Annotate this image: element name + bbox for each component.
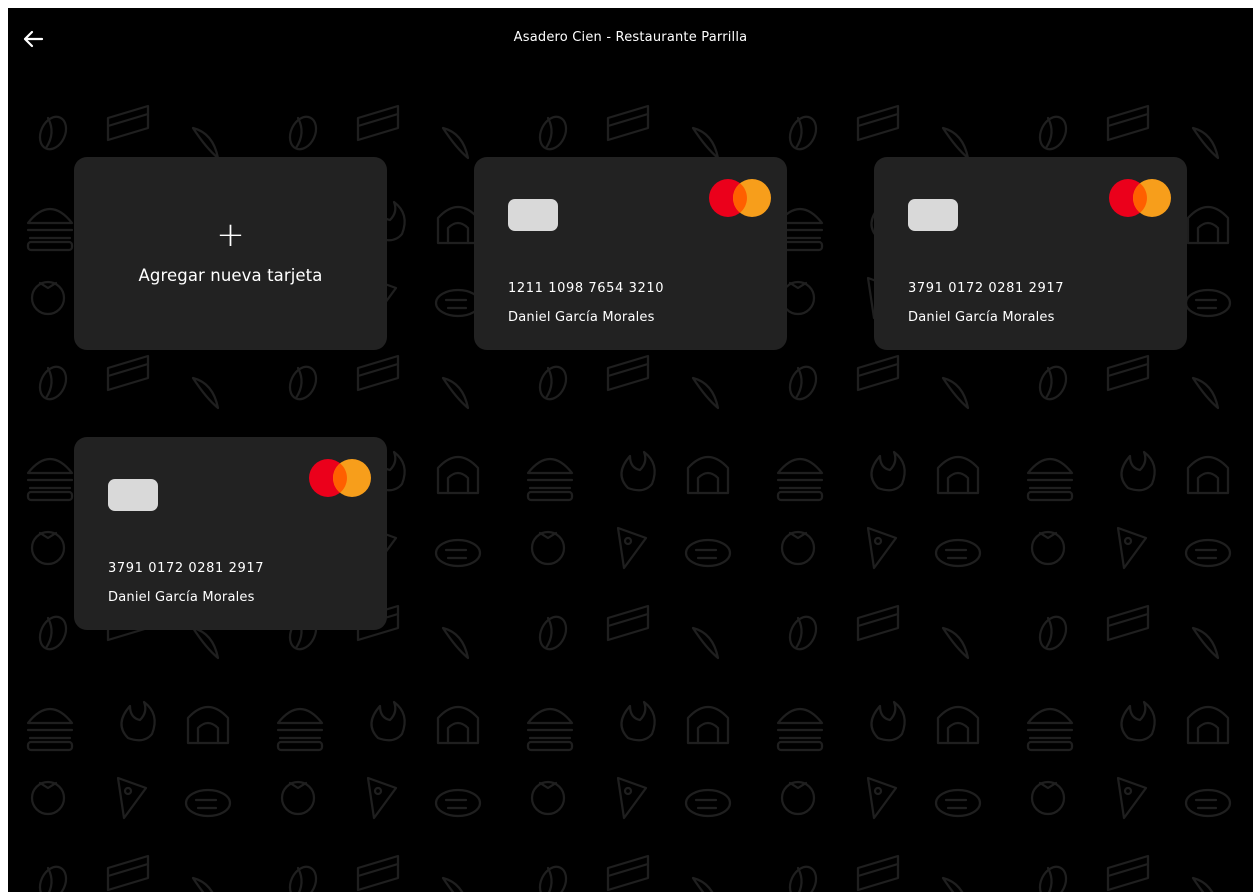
card-number: 3791 0172 0281 2917 (108, 561, 265, 576)
card-chip (508, 199, 558, 231)
card-holder-name: Daniel García Morales (108, 590, 255, 605)
app-screen: Asadero Cien - Restaurante Parrilla + Ag… (8, 8, 1253, 892)
mastercard-logo-icon (1109, 179, 1171, 217)
mastercard-logo-icon (309, 459, 371, 497)
plus-icon: + (216, 215, 245, 255)
add-card-button[interactable]: + Agregar nueva tarjeta (74, 157, 387, 350)
card-number: 1211 1098 7654 3210 (508, 281, 665, 296)
payment-card[interactable]: 3791 0172 0281 2917 Daniel García Morale… (74, 437, 387, 630)
mastercard-logo-icon (709, 179, 771, 217)
card-holder-name: Daniel García Morales (908, 310, 1055, 325)
card-holder-name: Daniel García Morales (508, 310, 655, 325)
card-chip (108, 479, 158, 511)
payment-card[interactable]: 1211 1098 7654 3210 Daniel García Morale… (474, 157, 787, 350)
add-card-label: Agregar nueva tarjeta (138, 266, 323, 285)
payment-card[interactable]: 3791 0172 0281 2917 Daniel García Morale… (874, 157, 1187, 350)
card-number: 3791 0172 0281 2917 (908, 281, 1065, 296)
cards-grid: + Agregar nueva tarjeta 1211 1098 7654 3… (8, 8, 1253, 892)
card-chip (908, 199, 958, 231)
